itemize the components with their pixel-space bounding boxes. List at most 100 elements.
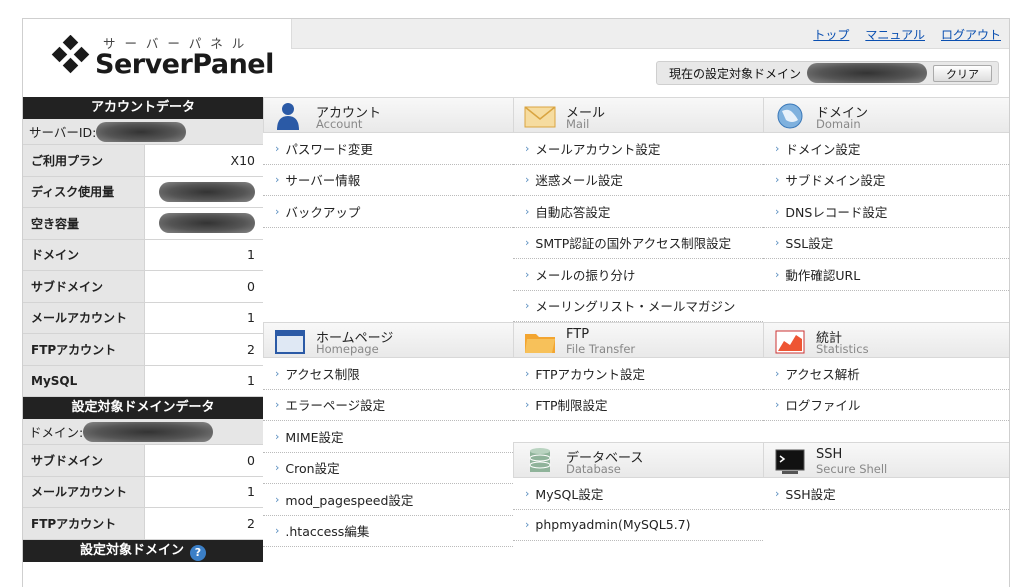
section-homepage: ホームページ Homepage <box>263 322 513 358</box>
menu-item-label: ドメイン設定 <box>785 141 861 157</box>
row-label: サブドメイン <box>23 445 145 476</box>
help-icon[interactable]: ? <box>190 544 206 561</box>
section-title: SSH <box>816 447 843 462</box>
diamond-logo-icon <box>51 35 90 74</box>
subdomain-count-row: サブドメイン 0 <box>23 271 263 303</box>
menu-item-label: メーリングリスト・メールマガジン <box>535 299 736 315</box>
arrow-icon: › <box>775 173 780 187</box>
menu-item[interactable]: › メールアカウント設定 <box>513 133 763 165</box>
row-value: 2 <box>247 341 255 357</box>
menu-item-label: サーバー情報 <box>285 173 361 189</box>
sidebar: アカウントデータ サーバーID: ご利用プラン X10 ディスク使用量 空き容量… <box>23 97 263 562</box>
menu-item[interactable]: › MySQL設定 <box>513 478 763 510</box>
logout-link[interactable]: ログアウト <box>941 26 1001 43</box>
menu-item[interactable]: › phpmyadmin(MySQL5.7) <box>513 510 763 541</box>
menu-item[interactable]: › バックアップ <box>263 196 513 228</box>
arrow-icon: › <box>525 398 530 412</box>
menu-item[interactable]: › ログファイル <box>763 390 1009 421</box>
menu-item[interactable]: › アクセス制限 <box>263 358 513 390</box>
menu-item[interactable]: › ドメイン設定 <box>763 133 1009 165</box>
menu-item[interactable]: › パスワード変更 <box>263 133 513 165</box>
arrow-icon: › <box>275 492 280 506</box>
menu-item-label: mod_pagespeed設定 <box>285 492 414 508</box>
menu-item[interactable]: › 自動応答設定 <box>513 196 763 228</box>
menu-item[interactable]: › MIME設定 <box>263 421 513 453</box>
section-domain: ドメイン Domain <box>763 97 1009 133</box>
menu-item[interactable]: › エラーページ設定 <box>263 390 513 421</box>
menu-item-label: MySQL設定 <box>535 486 604 502</box>
menu-item[interactable]: › .htaccess編集 <box>263 516 513 547</box>
menu-item[interactable]: › Cron設定 <box>263 453 513 484</box>
row-value <box>145 181 263 202</box>
menu-item-label: ログファイル <box>785 398 861 414</box>
arrow-icon: › <box>275 524 280 538</box>
section-account: アカウント Account <box>263 97 513 133</box>
menu-item[interactable]: › 動作確認URL <box>763 259 1009 291</box>
column-1: アカウント Account › パスワード変更 › サーバー情報 › バックアップ ホ… <box>263 97 513 547</box>
row-label: FTPアカウント <box>23 334 145 365</box>
menu-item[interactable]: › サーバー情報 <box>263 165 513 196</box>
menu-item[interactable]: › 迷惑メール設定 <box>513 165 763 196</box>
clear-button[interactable]: クリア <box>933 64 992 82</box>
user-icon <box>277 103 299 130</box>
free-space-row: 空き容量 <box>23 208 263 240</box>
row-value: 0 <box>247 278 255 294</box>
terminal-icon <box>775 449 805 474</box>
section-statistics: 統計 Statistics <box>763 322 1009 358</box>
menu-item[interactable]: › SSL設定 <box>763 228 1009 259</box>
arrow-icon: › <box>775 267 780 281</box>
arrow-icon: › <box>525 236 530 250</box>
row-value: 1 <box>247 484 255 500</box>
redacted-value <box>159 181 255 202</box>
logo[interactable]: サーバーパネル ServerPanel <box>23 19 291 95</box>
row-label: FTPアカウント <box>23 508 145 539</box>
row-value: 1 <box>247 373 255 389</box>
menu-item[interactable]: › アクセス解析 <box>763 358 1009 390</box>
menu-item[interactable]: › FTPアカウント設定 <box>513 358 763 390</box>
menu-item-label: 動作確認URL <box>785 267 861 283</box>
menu-item[interactable]: › サブドメイン設定 <box>763 165 1009 196</box>
menu-item-label: Cron設定 <box>285 461 340 477</box>
disk-usage-row: ディスク使用量 <box>23 176 263 208</box>
mysql-count-row: MySQL 1 <box>23 365 263 397</box>
domain-count-row: ドメイン 1 <box>23 239 263 271</box>
arrow-icon: › <box>525 486 530 500</box>
row-value: 0 <box>247 452 255 468</box>
section-subtitle: File Transfer <box>566 342 636 356</box>
menu-item-label: SSH設定 <box>785 486 836 502</box>
server-id-redacted <box>96 121 187 142</box>
arrow-icon: › <box>275 141 280 155</box>
section-subtitle: Mail <box>566 117 590 131</box>
menu-item[interactable]: › SSH設定 <box>763 478 1009 510</box>
menu-item[interactable]: › メールの振り分け <box>513 259 763 291</box>
menu-item[interactable]: › SMTP認証の国外アクセス制限設定 <box>513 228 763 259</box>
section-subtitle: Database <box>566 462 621 476</box>
arrow-icon: › <box>775 398 780 412</box>
top-link[interactable]: トップ <box>813 26 849 43</box>
menu-item-label: エラーページ設定 <box>285 398 386 414</box>
browser-window-icon <box>275 330 305 354</box>
domain-label: ドメイン: <box>29 425 84 440</box>
menu-item[interactable]: › DNSレコード設定 <box>763 196 1009 228</box>
arrow-icon: › <box>275 461 280 475</box>
row-value: 1 <box>247 310 255 326</box>
row-label: メールアカウント <box>23 476 145 507</box>
arrow-icon: › <box>775 236 780 250</box>
section-ftp: FTP File Transfer <box>513 322 763 358</box>
current-domain-box: 現在の設定対象ドメイン クリア <box>655 61 999 85</box>
arrow-icon: › <box>775 486 780 500</box>
menu-item[interactable]: › mod_pagespeed設定 <box>263 484 513 516</box>
manual-link[interactable]: マニュアル <box>865 26 925 43</box>
server-id-label: サーバーID: <box>29 125 97 140</box>
menu-item[interactable]: › メーリングリスト・メールマガジン <box>513 291 763 322</box>
logo-name: ServerPanel <box>95 49 274 80</box>
folder-icon <box>525 334 555 353</box>
arrow-icon: › <box>775 141 780 155</box>
page: サーバーパネル ServerPanel トップ マニュアル ログアウト 現在の設… <box>0 0 1024 587</box>
menu-item-label: FTPアカウント設定 <box>535 366 646 382</box>
envelope-icon <box>524 106 556 128</box>
arrow-icon: › <box>525 141 530 155</box>
menu-item-label: FTP制限設定 <box>535 398 608 414</box>
menu-item[interactable]: › FTP制限設定 <box>513 390 763 421</box>
target-domain-title: 設定対象ドメイン? <box>23 539 263 562</box>
